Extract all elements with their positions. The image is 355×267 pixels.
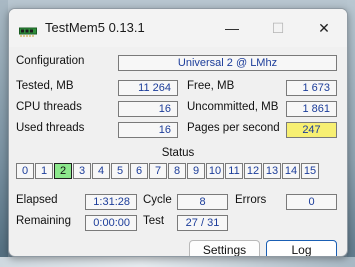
maximize-icon: ☐ [271, 19, 285, 36]
status-cell-15: 15 [301, 163, 319, 179]
desktop-backdrop-bottom [0, 257, 355, 267]
configuration-field[interactable]: Universal 2 @ LMhz [118, 55, 337, 71]
uncommitted-mb-label: Uncommitted, MB [187, 101, 279, 113]
tested-mb-label: Tested, MB [16, 80, 74, 92]
status-cell-9: 9 [187, 163, 205, 179]
memory-chip-icon [19, 24, 37, 37]
minimize-icon: — [225, 20, 239, 36]
desktop-backdrop-left [0, 0, 8, 267]
status-cell-12: 12 [244, 163, 262, 179]
status-cell-14: 14 [282, 163, 300, 179]
status-cells: 0 1 2 3 4 5 6 7 8 9 10 11 12 13 14 15 [16, 163, 319, 179]
window-title: TestMem5 0.13.1 [45, 20, 145, 35]
errors-value: 0 [286, 194, 337, 210]
minimize-button[interactable]: — [209, 9, 255, 47]
main-panel: Configuration Universal 2 @ LMhz Tested,… [9, 47, 347, 256]
pages-per-second-label: Pages per second [187, 122, 280, 134]
used-threads-label: Used threads [16, 122, 85, 134]
title-bar[interactable]: TestMem5 0.13.1 — ☐ ✕ [9, 9, 347, 47]
close-button[interactable]: ✕ [301, 9, 347, 47]
test-label: Test [143, 215, 165, 227]
cpu-threads-value: 16 [118, 101, 178, 117]
cycle-label: Cycle [143, 194, 172, 206]
log-button[interactable]: Log [266, 240, 337, 256]
remaining-label: Remaining [16, 215, 71, 227]
used-threads-value: 16 [118, 122, 178, 138]
status-cell-6: 6 [130, 163, 148, 179]
cpu-threads-label: CPU threads [16, 101, 82, 113]
pages-per-second-value: 247 [286, 122, 337, 138]
status-cell-13: 13 [263, 163, 281, 179]
elapsed-label: Elapsed [16, 194, 58, 206]
status-cell-3: 3 [73, 163, 91, 179]
maximize-button[interactable]: ☐ [255, 9, 301, 47]
status-cell-8: 8 [168, 163, 186, 179]
free-mb-label: Free, MB [187, 80, 235, 92]
status-cell-0: 0 [16, 163, 34, 179]
test-value: 27 / 31 [177, 215, 228, 231]
status-cell-4: 4 [92, 163, 110, 179]
status-cell-7: 7 [149, 163, 167, 179]
uncommitted-mb-value: 1 861 [286, 101, 337, 117]
close-icon: ✕ [318, 19, 330, 36]
testmem5-window: TestMem5 0.13.1 — ☐ ✕ Configuration Univ… [8, 8, 348, 257]
free-mb-value: 1 673 [286, 80, 337, 96]
errors-label: Errors [235, 194, 267, 206]
status-cell-2: 2 [54, 163, 72, 179]
cycle-value: 8 [177, 194, 228, 210]
status-heading: Status [161, 147, 195, 159]
status-cell-5: 5 [111, 163, 129, 179]
elapsed-value: 1:31:28 [85, 194, 137, 210]
remaining-value: 0:00:00 [85, 215, 137, 231]
status-cell-11: 11 [225, 163, 243, 179]
tested-mb-value: 11 264 [118, 80, 178, 96]
settings-button[interactable]: Settings [189, 240, 260, 256]
status-cell-1: 1 [35, 163, 53, 179]
desktop-backdrop-right [347, 0, 355, 267]
status-cell-10: 10 [206, 163, 224, 179]
configuration-label: Configuration [16, 55, 85, 67]
